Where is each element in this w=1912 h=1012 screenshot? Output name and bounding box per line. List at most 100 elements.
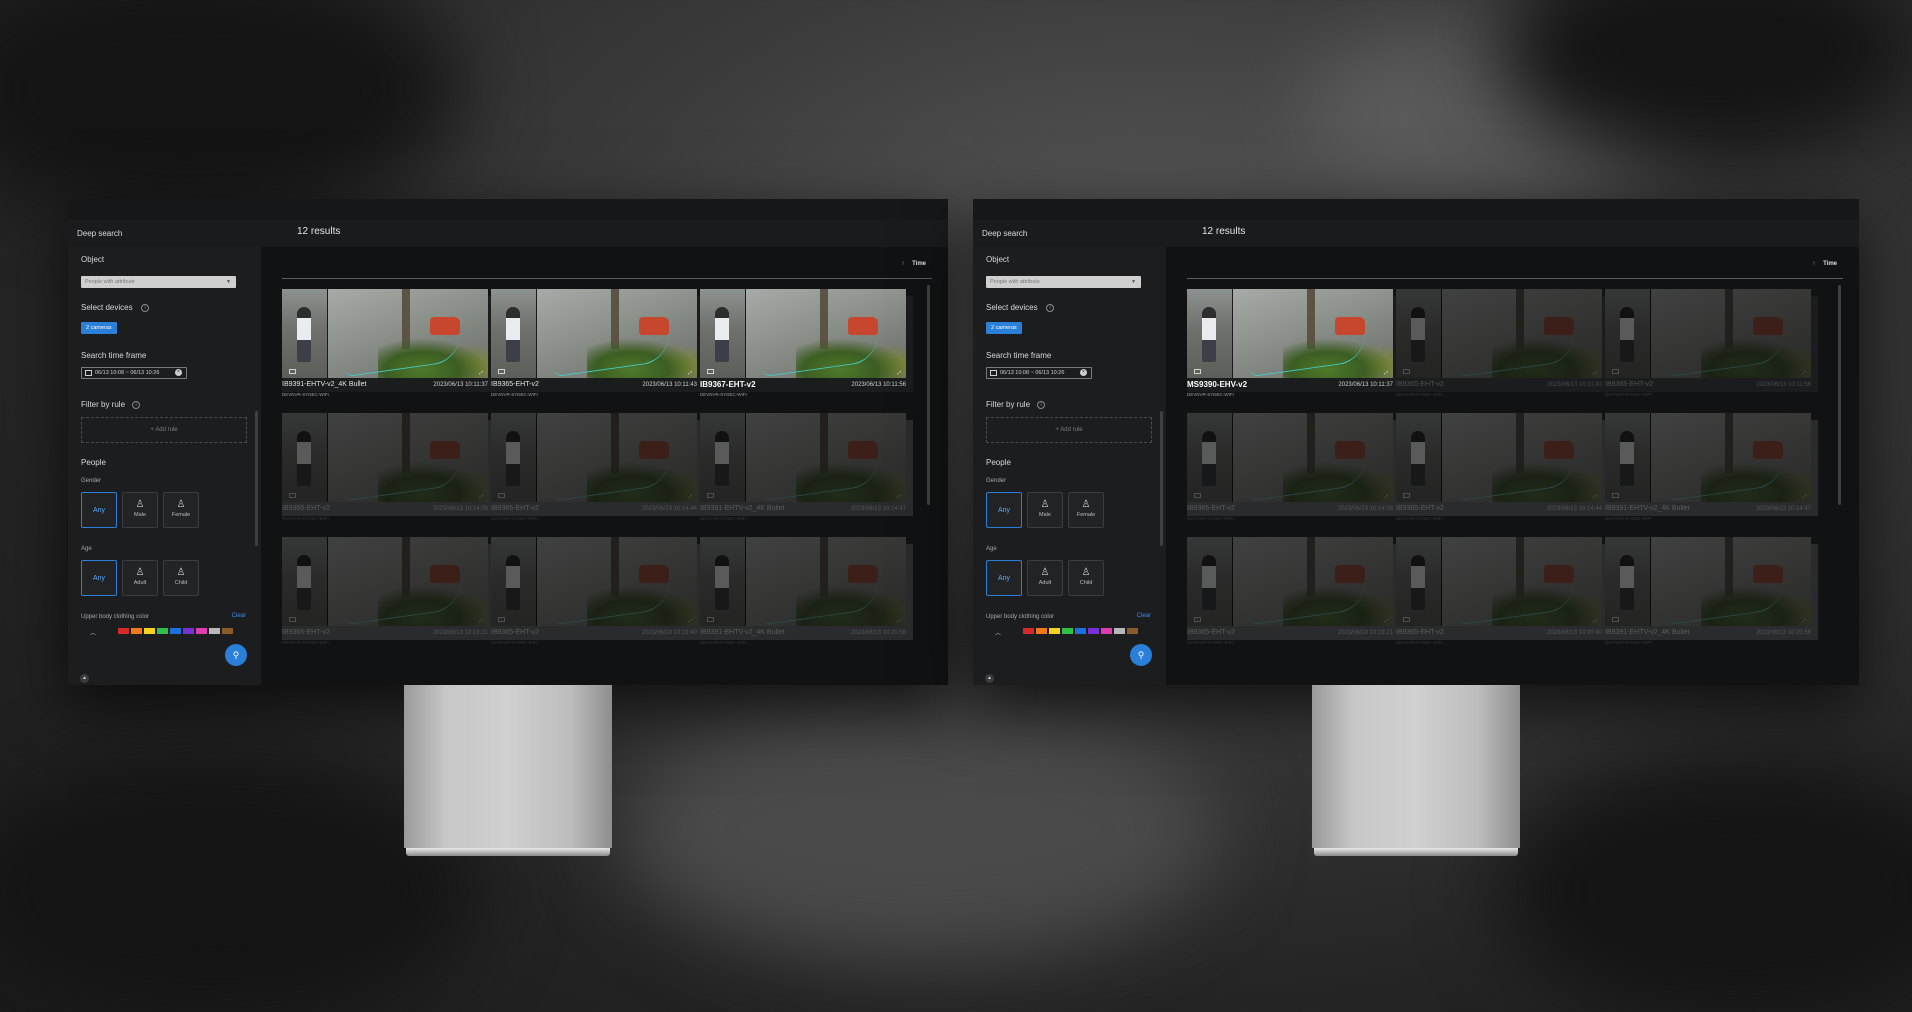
clear-link[interactable]: Clear bbox=[232, 613, 246, 619]
color-swatch[interactable] bbox=[144, 628, 155, 634]
result-thumbnail[interactable]: ⤢ bbox=[1396, 413, 1602, 502]
gender-option-female[interactable]: ♙ Female bbox=[1068, 492, 1104, 528]
sort-control[interactable]: ↑ Time bbox=[901, 261, 926, 267]
results-scrollbar[interactable] bbox=[927, 285, 930, 505]
add-rule-button[interactable]: + Add rule bbox=[986, 417, 1152, 443]
age-option-adult[interactable]: ♙ Adult bbox=[122, 560, 158, 596]
time-frame-input[interactable]: 06/13 10:08 ~ 06/13 10:26 × bbox=[81, 367, 187, 379]
result-card[interactable]: ⤢ IB9365-EHT-v2 2023/06/13 10:19:21 DEVNVR-… bbox=[1187, 537, 1393, 649]
color-swatch[interactable] bbox=[196, 628, 207, 634]
color-swatch[interactable] bbox=[1049, 628, 1060, 634]
result-card[interactable]: ⤢ IB9365-EHT-v2 2023/06/13 10:11:56 DEVNVR-… bbox=[1605, 289, 1811, 401]
color-swatch[interactable] bbox=[209, 628, 220, 634]
result-card[interactable]: ⤢ IB9365-EHT-v2 2023/06/13 10:14:08 DEVNVR-… bbox=[1187, 413, 1393, 525]
object-select[interactable]: People with attribute ▼ bbox=[986, 276, 1141, 288]
gender-option-male[interactable]: ♙ Male bbox=[122, 492, 158, 528]
result-camera-name: MS9390-EHV-v2 bbox=[1187, 380, 1248, 389]
color-swatch[interactable] bbox=[222, 628, 233, 634]
info-icon[interactable]: i bbox=[1046, 304, 1054, 312]
result-card[interactable]: ⤢ IB9365-EHT-v2 2023/06/13 10:20:40 DEVNVR-… bbox=[1396, 537, 1602, 649]
color-swatch[interactable] bbox=[1023, 628, 1034, 634]
result-card[interactable]: ⤢ IB9365-EHT-v2 2023/06/13 10:11:43 DEVNVR-… bbox=[1396, 289, 1602, 401]
result-thumbnail[interactable]: ⤢ bbox=[700, 537, 906, 626]
age-option-adult[interactable]: ♙ Adult bbox=[1027, 560, 1063, 596]
add-rule-button[interactable]: + Add rule bbox=[81, 417, 247, 443]
result-card[interactable]: ⤢ MS9390-EHV-v2 2023/06/13 10:11:37 DEVNVR-… bbox=[1187, 289, 1393, 401]
result-card[interactable]: ⤢ IB9365-EHT-v2 2023/06/13 10:14:44 DEVNVR-… bbox=[491, 413, 697, 525]
result-card[interactable]: ⤢ IB9365-EHT-v2 2023/06/13 10:14:08 DEVNVR-… bbox=[282, 413, 488, 525]
chevron-up-icon[interactable]: ︿ bbox=[90, 628, 96, 637]
object-label: Object bbox=[986, 255, 1010, 264]
age-option-any[interactable]: Any bbox=[986, 560, 1022, 596]
result-card[interactable]: ⤢ IB9365-EHT-v2 2023/06/13 10:14:44 DEVNVR-… bbox=[1396, 413, 1602, 525]
sidebar-scrollbar[interactable] bbox=[1160, 411, 1163, 546]
info-icon[interactable]: i bbox=[132, 401, 140, 409]
result-thumbnail[interactable]: ⤢ bbox=[1605, 537, 1811, 626]
result-card[interactable]: ⤢ IB9391-EHTV-v2_4K Bullet 2023/06/13 10:1… bbox=[700, 413, 906, 525]
color-swatch[interactable] bbox=[157, 628, 168, 634]
result-card[interactable]: ⤢ IB9391-EHTV-v2_4K Bullet 2023/06/13 10:1… bbox=[1605, 413, 1811, 525]
search-button[interactable]: ⚲ bbox=[1130, 644, 1152, 666]
result-card[interactable]: ⤢ IB9391-EHTV-v2_4K Bullet 2023/06/13 10:2… bbox=[700, 537, 906, 649]
color-swatch[interactable] bbox=[1075, 628, 1086, 634]
result-thumbnail[interactable]: ⤢ bbox=[1396, 289, 1602, 378]
search-button[interactable]: ⚲ bbox=[225, 644, 247, 666]
sort-control[interactable]: ↑ Time bbox=[1812, 261, 1837, 267]
color-swatch[interactable] bbox=[183, 628, 194, 634]
scroll-top-button[interactable]: ▲ bbox=[80, 674, 89, 683]
result-thumbnail[interactable]: ⤢ bbox=[1187, 413, 1393, 502]
color-swatch[interactable] bbox=[1101, 628, 1112, 634]
person-crop bbox=[491, 413, 537, 502]
sidebar-scrollbar[interactable] bbox=[255, 411, 258, 546]
color-swatch[interactable] bbox=[170, 628, 181, 634]
result-thumbnail[interactable]: ⤢ bbox=[700, 289, 906, 378]
color-swatch[interactable] bbox=[1036, 628, 1047, 634]
clear-link[interactable]: Clear bbox=[1137, 613, 1151, 619]
color-swatch[interactable] bbox=[1127, 628, 1138, 634]
result-thumbnail[interactable]: ⤢ bbox=[491, 289, 697, 378]
person-figure bbox=[297, 431, 311, 486]
age-option-child[interactable]: ♙ Child bbox=[163, 560, 199, 596]
result-card[interactable]: ⤢ IB9391-EHTV-v2_4K Bullet 2023/06/13 10:2… bbox=[1605, 537, 1811, 649]
result-thumbnail[interactable]: ⤢ bbox=[1605, 289, 1811, 378]
age-option-any[interactable]: Any bbox=[81, 560, 117, 596]
clear-icon[interactable]: × bbox=[1080, 369, 1087, 376]
color-swatch[interactable] bbox=[1114, 628, 1125, 634]
result-thumbnail[interactable]: ⤢ bbox=[491, 413, 697, 502]
time-frame-input[interactable]: 06/13 10:08 ~ 06/13 10:26 × bbox=[986, 367, 1092, 379]
scroll-top-button[interactable]: ▲ bbox=[985, 674, 994, 683]
info-icon[interactable]: i bbox=[1037, 401, 1045, 409]
result-thumbnail[interactable]: ⤢ bbox=[700, 413, 906, 502]
clear-icon[interactable]: × bbox=[175, 369, 182, 376]
gender-option-female[interactable]: ♙ Female bbox=[163, 492, 199, 528]
chevron-up-icon[interactable]: ︿ bbox=[995, 628, 1001, 637]
results-scrollbar[interactable] bbox=[1838, 285, 1841, 505]
gender-option-male[interactable]: ♙ Male bbox=[1027, 492, 1063, 528]
monitor-stand bbox=[1312, 685, 1520, 848]
age-option-child[interactable]: ♙ Child bbox=[1068, 560, 1104, 596]
color-swatch[interactable] bbox=[131, 628, 142, 634]
result-thumbnail[interactable]: ⤢ bbox=[282, 289, 488, 378]
result-thumbnail[interactable]: ⤢ bbox=[1187, 537, 1393, 626]
result-thumbnail[interactable]: ⤢ bbox=[282, 537, 488, 626]
result-card[interactable]: ⤢ IB9365-EHT-v2 2023/06/13 10:19:21 DEVNVR-… bbox=[282, 537, 488, 649]
result-thumbnail[interactable]: ⤢ bbox=[491, 537, 697, 626]
result-card[interactable]: ⤢ IB9365-EHT-v2 2023/06/13 10:19:40 DEVNVR-… bbox=[491, 537, 697, 649]
gender-option-any[interactable]: Any bbox=[986, 492, 1022, 528]
devices-chip[interactable]: 2 cameras bbox=[81, 322, 117, 334]
result-thumbnail[interactable]: ⤢ bbox=[1187, 289, 1393, 378]
color-swatch[interactable] bbox=[118, 628, 129, 634]
color-swatch[interactable] bbox=[1088, 628, 1099, 634]
object-select[interactable]: People with attribute ▼ bbox=[81, 276, 236, 288]
result-thumbnail[interactable]: ⤢ bbox=[282, 413, 488, 502]
color-swatch[interactable] bbox=[1062, 628, 1073, 634]
app-screen: Deep search 12 results Object People wit… bbox=[973, 199, 1859, 685]
result-card[interactable]: ⤢ IB9367-EHT-v2 2023/06/13 10:11:56 DEVNVR-… bbox=[700, 289, 906, 401]
gender-option-any[interactable]: Any bbox=[81, 492, 117, 528]
result-thumbnail[interactable]: ⤢ bbox=[1396, 537, 1602, 626]
info-icon[interactable]: i bbox=[141, 304, 149, 312]
result-thumbnail[interactable]: ⤢ bbox=[1605, 413, 1811, 502]
result-card[interactable]: ⤢ IB9391-EHTV-v2_4K Bullet 2023/06/13 10:1… bbox=[282, 289, 488, 401]
devices-chip[interactable]: 2 cameras bbox=[986, 322, 1022, 334]
result-card[interactable]: ⤢ IB9365-EHT-v2 2023/06/13 10:11:43 DEVNVR-… bbox=[491, 289, 697, 401]
